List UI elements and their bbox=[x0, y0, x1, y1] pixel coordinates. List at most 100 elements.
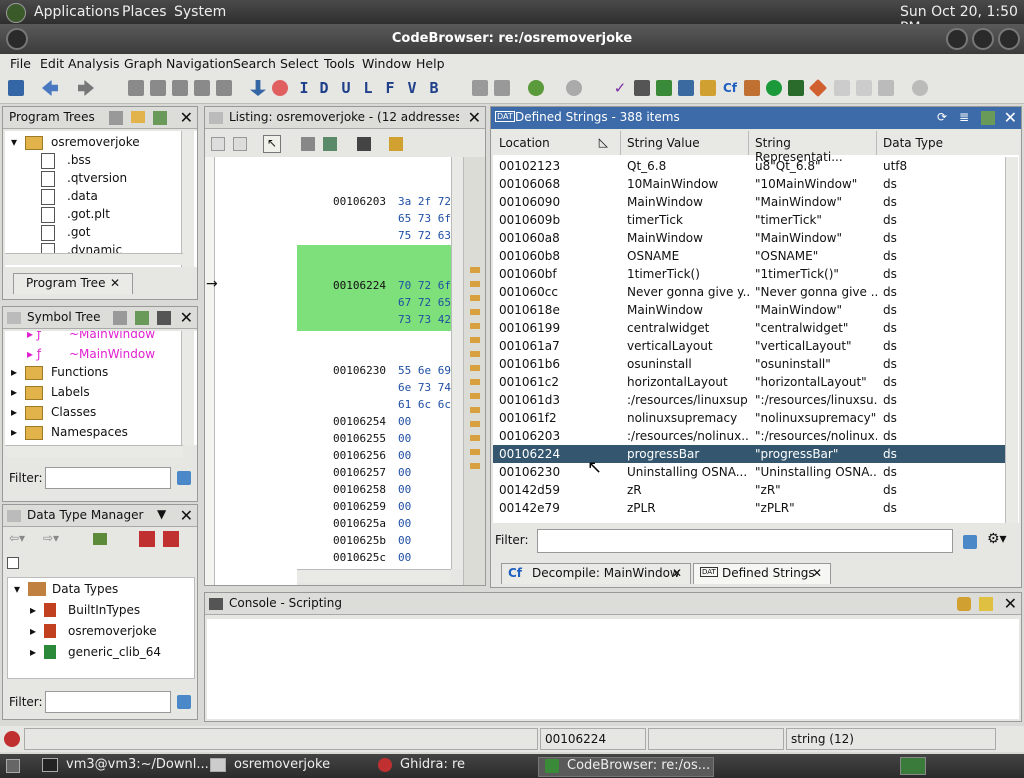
strings-vertical-scrollbar[interactable] bbox=[1005, 157, 1018, 523]
menu-tools[interactable]: Tools bbox=[324, 56, 355, 71]
table-row[interactable]: 001060a8 MainWindow "MainWindow" ds bbox=[493, 229, 1005, 247]
refresh-icon[interactable]: ⟳ bbox=[937, 110, 947, 124]
table-row[interactable]: 001061d3:/resources/linuxsup... ":/resour… bbox=[493, 391, 1005, 409]
dtm-root[interactable]: Data Types bbox=[52, 582, 118, 596]
filter-options-icon[interactable] bbox=[963, 535, 977, 549]
chevron-down-icon[interactable]: ▾ bbox=[14, 582, 20, 596]
save-icon[interactable] bbox=[8, 80, 24, 96]
taskbar-task[interactable]: vm3@vm3:~/Downl... bbox=[36, 757, 210, 775]
dtm-filter-icon[interactable] bbox=[139, 531, 155, 547]
down-arrow-icon[interactable] bbox=[250, 80, 266, 96]
list-icon[interactable]: ≣ bbox=[959, 110, 969, 124]
filter-options-icon[interactable] bbox=[177, 695, 191, 709]
chevron-right-icon[interactable]: ▸ bbox=[11, 385, 17, 399]
menu-analysis[interactable]: Analysis bbox=[68, 56, 120, 71]
vertical-scrollbar[interactable] bbox=[181, 331, 194, 445]
dtm-filter-icon-2[interactable] bbox=[163, 531, 179, 547]
table-row[interactable]: 00142d59 zR "zR" ds bbox=[493, 481, 1005, 499]
column-header-string-value[interactable]: String Value bbox=[621, 131, 749, 155]
close-icon[interactable]: ✕ bbox=[468, 108, 481, 127]
nav-icon-4[interactable] bbox=[194, 80, 210, 96]
lock-icon[interactable] bbox=[957, 597, 971, 611]
tool-icon-7[interactable] bbox=[788, 80, 804, 96]
redo-icon[interactable] bbox=[566, 80, 582, 96]
chevron-down-icon[interactable]: ▾ bbox=[11, 135, 17, 149]
close-icon[interactable]: ✕ bbox=[1004, 594, 1017, 613]
close-icon[interactable]: ✕ bbox=[180, 308, 193, 327]
gnome-logo-icon[interactable] bbox=[6, 3, 26, 23]
menu-file[interactable]: File bbox=[10, 56, 31, 71]
tree-item[interactable]: .got bbox=[67, 225, 90, 239]
tab-defined-strings[interactable]: DAT Defined Strings ✕ bbox=[693, 563, 831, 584]
d-icon[interactable]: D bbox=[316, 80, 332, 96]
tool-icon-5[interactable] bbox=[678, 80, 694, 96]
tool-icon-3[interactable] bbox=[634, 80, 650, 96]
horizontal-scrollbar[interactable] bbox=[5, 445, 183, 457]
tool-icon-1[interactable] bbox=[472, 80, 488, 96]
menu-edit[interactable]: Edit bbox=[40, 56, 64, 71]
menu-select[interactable]: Select bbox=[280, 56, 319, 71]
dtm-item[interactable]: osremoverjoke bbox=[68, 624, 157, 638]
close-icon[interactable]: ✕ bbox=[180, 506, 193, 525]
chevron-right-icon[interactable]: ▸ bbox=[11, 365, 17, 379]
tool-icon-8[interactable] bbox=[834, 80, 850, 96]
u-icon[interactable]: U bbox=[338, 80, 354, 96]
stop-icon[interactable] bbox=[272, 80, 288, 96]
strings-filter-input[interactable] bbox=[537, 529, 953, 553]
menu-navigation[interactable]: Navigation bbox=[166, 56, 233, 71]
applications-menu[interactable]: Applications bbox=[34, 4, 120, 20]
close-icon[interactable]: ✕ bbox=[672, 566, 682, 580]
chevron-down-icon[interactable]: ▼ bbox=[157, 507, 166, 521]
tree-item[interactable]: .data bbox=[67, 189, 98, 203]
close-icon[interactable]: ✕ bbox=[1004, 108, 1017, 127]
forward-arrow-icon[interactable] bbox=[78, 80, 94, 96]
tool-icon-11[interactable] bbox=[912, 80, 928, 96]
nav-icon-1[interactable] bbox=[128, 80, 144, 96]
diamond-icon[interactable] bbox=[808, 78, 828, 98]
window-titlebar[interactable]: CodeBrowser: re:/osremoverjoke bbox=[0, 24, 1024, 54]
symbol-item[interactable]: Namespaces bbox=[51, 425, 128, 439]
symbol-action-icon[interactable] bbox=[113, 311, 127, 325]
tab-program-tree[interactable]: Program Tree ✕ bbox=[13, 273, 133, 294]
table-row[interactable]: 00106230 Uninstalling OSNA... "Uninstallin… bbox=[493, 463, 1005, 481]
decompile-icon[interactable]: Cf bbox=[722, 80, 738, 96]
tree-root[interactable]: osremoverjoke bbox=[51, 135, 140, 149]
chevron-right-icon[interactable]: ▸ bbox=[11, 405, 17, 419]
overview-bar[interactable] bbox=[463, 157, 485, 585]
v-icon[interactable]: V bbox=[404, 80, 420, 96]
nav-icon-5[interactable] bbox=[216, 80, 232, 96]
table-row[interactable]: 001061a7 verticalLayout "verticalLayout" ds bbox=[493, 337, 1005, 355]
chevron-right-icon[interactable]: ▸ bbox=[30, 603, 36, 617]
system-menu[interactable]: System bbox=[174, 4, 226, 20]
copy-icon[interactable] bbox=[211, 137, 225, 151]
symbol-tree-view[interactable]: ▸ ƒ ~MainWindow ▸ ƒ ~MainWindow ▸ Functi… bbox=[5, 331, 197, 445]
nav-icon-3[interactable] bbox=[172, 80, 188, 96]
maximize-button[interactable] bbox=[972, 28, 994, 50]
menu-help[interactable]: Help bbox=[416, 56, 445, 71]
forward-arrow-icon[interactable]: ⇨▾ bbox=[43, 531, 59, 545]
new-tree-icon[interactable] bbox=[109, 111, 123, 125]
dtm-filter-input[interactable] bbox=[45, 691, 171, 713]
menu-graph[interactable]: Graph bbox=[124, 56, 162, 71]
chevron-right-icon[interactable]: ▸ bbox=[30, 645, 36, 659]
table-row[interactable]: 00102123 Qt_6.8 u8"Qt_6.8" utf8 bbox=[493, 157, 1005, 175]
tool-icon-4[interactable] bbox=[656, 80, 672, 96]
table-row[interactable]: 001060cc Never gonna give y... "Never gonn… bbox=[493, 283, 1005, 301]
program-tree-view[interactable]: ▾ osremoverjoke .bss .qtversion .data .g… bbox=[5, 131, 197, 267]
tool-icon-10[interactable] bbox=[878, 80, 894, 96]
tree-item[interactable]: .bss bbox=[67, 153, 91, 167]
l-icon[interactable]: L bbox=[360, 80, 376, 96]
horizontal-scrollbar[interactable] bbox=[5, 253, 183, 265]
column-header-data-type[interactable]: Data Type bbox=[877, 131, 1019, 155]
collapse-icon[interactable] bbox=[7, 557, 19, 569]
close-button[interactable] bbox=[998, 28, 1020, 50]
table-row[interactable]: 001061b6 osuninstall "osuninstall" ds bbox=[493, 355, 1005, 373]
table-row[interactable]: 00106224 progressBar "progressBar" ds bbox=[493, 445, 1005, 463]
places-menu[interactable]: Places bbox=[122, 4, 167, 20]
show-desktop-icon[interactable] bbox=[6, 759, 20, 773]
table-row[interactable]: 001061f2 nolinuxsupremacy "nolinuxsupremac… bbox=[493, 409, 1005, 427]
f-icon[interactable]: F bbox=[382, 80, 398, 96]
nav-icon-2[interactable] bbox=[150, 80, 166, 96]
dtm-action-icon[interactable] bbox=[93, 533, 107, 545]
table-row[interactable]: 0010618e MainWindow "MainWindow" ds bbox=[493, 301, 1005, 319]
